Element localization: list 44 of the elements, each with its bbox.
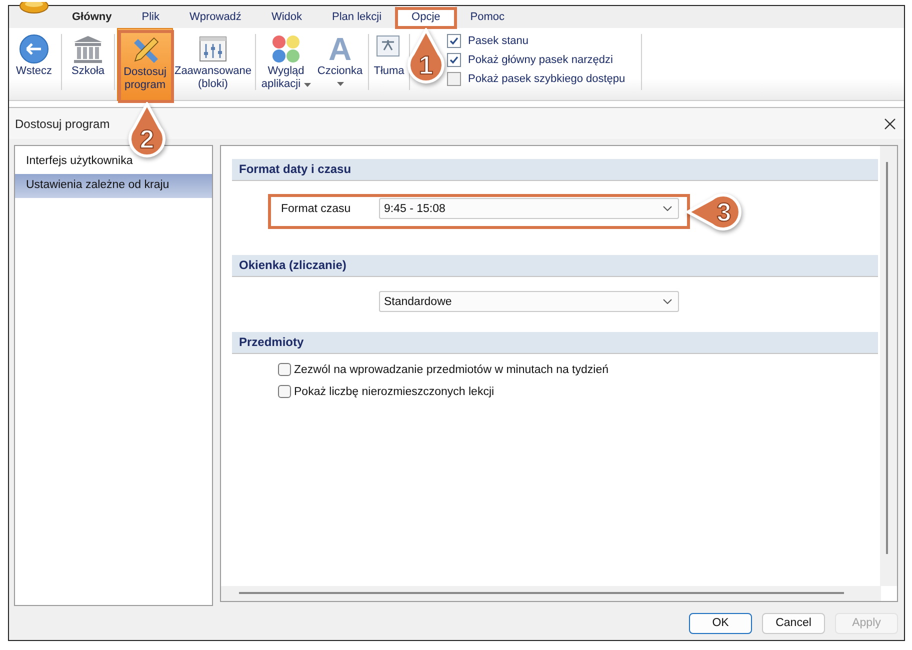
highlight-frame bbox=[395, 7, 457, 29]
close-icon[interactable] bbox=[884, 118, 896, 130]
building-icon bbox=[72, 34, 104, 64]
checkbox-label: Zezwól na wprowadzanie przedmiotów w minutach na tydzień bbox=[294, 364, 608, 376]
checkbox-label: Pokaż liczbę nierozmieszczonych lekcji bbox=[294, 386, 494, 398]
ribbon-tab[interactable]: Pomoc bbox=[455, 6, 520, 28]
checkbox-label: Pasek stanu bbox=[468, 35, 529, 47]
horizontal-scrollbar[interactable] bbox=[221, 586, 881, 601]
checkbox[interactable] bbox=[447, 34, 461, 48]
font-letter-icon: A bbox=[328, 32, 352, 64]
ribbon-button[interactable]: Szkoła bbox=[64, 28, 112, 100]
nav-item[interactable]: Ustawienia zależne od kraju bbox=[15, 174, 212, 198]
checkbox-label: Pokaż pasek szybkiego dostępu bbox=[468, 73, 626, 85]
ribbon-tab[interactable]: Plik bbox=[126, 6, 174, 28]
checkbox[interactable] bbox=[278, 363, 291, 376]
nav-item[interactable]: Interfejs użytkownika bbox=[15, 150, 212, 174]
ribbon-button[interactable]: Wygląd aplikacji bbox=[258, 28, 314, 100]
sliders-icon bbox=[198, 34, 228, 64]
checkbox[interactable] bbox=[447, 53, 461, 67]
section-header: Przedmioty bbox=[232, 332, 878, 354]
ribbon-button[interactable]: A Czcionka bbox=[314, 28, 366, 100]
checkbox-label: Pokaż główny pasek narzędzi bbox=[468, 54, 613, 66]
checkbox[interactable] bbox=[447, 72, 461, 86]
dialog-title: Dostosuj program bbox=[15, 116, 110, 130]
ribbon-button[interactable]: Zaawansowane (bloki) bbox=[173, 28, 253, 100]
ribbon-tab[interactable]: Plan lekcji bbox=[317, 6, 397, 28]
section-header: Format daty i czasu bbox=[232, 159, 878, 181]
ribbon-tab[interactable]: Widok bbox=[256, 6, 317, 28]
color-dots-icon bbox=[271, 34, 301, 64]
vertical-scrollbar[interactable] bbox=[880, 146, 897, 586]
dropdown[interactable]: 9:45 - 15:08 bbox=[379, 198, 679, 219]
app-logo-icon[interactable] bbox=[19, 2, 49, 14]
section-header: Okienka (zliczanie) bbox=[232, 255, 878, 277]
ribbon-button[interactable]: Wstecz bbox=[9, 28, 59, 100]
dialog-button[interactable]: Cancel bbox=[762, 612, 825, 634]
chevron-down-icon bbox=[663, 206, 672, 211]
field-label: Format czasu bbox=[280, 202, 352, 214]
ribbon-tab[interactable]: Wprowadź bbox=[174, 6, 256, 28]
ribbon-tab[interactable]: Główny bbox=[57, 6, 127, 28]
checkbox[interactable] bbox=[278, 385, 291, 398]
dialog-button[interactable]: OK bbox=[689, 612, 752, 634]
chevron-down-icon bbox=[663, 299, 672, 304]
dropdown[interactable]: Standardowe bbox=[379, 291, 679, 312]
ribbon-button[interactable]: Tłuma bbox=[371, 28, 407, 100]
